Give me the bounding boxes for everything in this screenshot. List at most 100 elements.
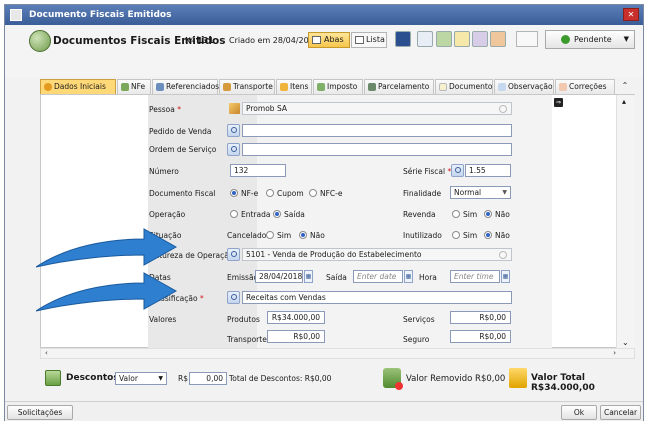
tab-label: Observação [508, 82, 553, 91]
search-icon[interactable] [451, 164, 464, 177]
preview-icon[interactable] [417, 31, 433, 47]
revenda-nao-radio[interactable] [484, 210, 492, 218]
pedido-field[interactable] [242, 124, 512, 137]
tab-parcelamento[interactable]: Parcelamento [364, 79, 434, 94]
tab-icon [121, 83, 129, 91]
search-icon[interactable] [227, 124, 240, 137]
numero-field[interactable]: 132 [230, 164, 286, 177]
required-marker: * [177, 105, 182, 114]
ok-button[interactable]: Ok [561, 405, 597, 420]
solicitacoes-button[interactable]: Solicitações [7, 405, 73, 420]
revenda-sim-radio[interactable] [452, 210, 460, 218]
saida-date-field[interactable]: Enter date [353, 270, 403, 283]
tab-strip: Dados Iniciais NFe Referenciados Transpo… [40, 79, 635, 94]
cancel-button[interactable]: Cancelar [600, 405, 641, 420]
tab-label: Referenciados [166, 82, 220, 91]
list-view-icon [355, 36, 364, 44]
scroll-left-icon[interactable]: ‹ [45, 349, 48, 358]
tab-label: Imposto [327, 82, 358, 91]
tab-documento[interactable]: Documento [435, 79, 493, 94]
tab-itens[interactable]: Itens [276, 79, 312, 94]
servicos-value: R$0,00 [479, 313, 506, 322]
tab-observacao[interactable]: Observação [494, 79, 554, 94]
doc-number: 131 [197, 36, 214, 45]
tab-nfe[interactable]: NFe [117, 79, 151, 94]
serie-label-text: Série Fiscal [403, 167, 446, 176]
clear-icon[interactable] [499, 105, 507, 113]
seguro-field[interactable]: R$0,00 [450, 330, 511, 343]
calendar-icon[interactable]: ▦ [404, 270, 413, 283]
natureza-value: 5101 - Venda de Produção do Estabelecime… [246, 250, 422, 259]
emissao-field[interactable]: 28/04/2018 [255, 270, 303, 283]
abas-button[interactable]: Abas [308, 32, 350, 48]
save-icon[interactable] [395, 31, 411, 47]
vertical-scrollbar[interactable]: ▴ ⌄ [616, 95, 635, 349]
finalidade-select[interactable]: Normal ▼ [450, 186, 511, 199]
ok-label: Ok [573, 408, 585, 417]
pencil-icon[interactable] [229, 103, 240, 114]
situacao-sim-radio[interactable] [266, 231, 274, 239]
situacao-nao-radio[interactable] [299, 231, 307, 239]
produtos-value: R$34.000,00 [271, 313, 320, 322]
classificacao-field[interactable]: Receitas com Vendas [242, 291, 512, 304]
pessoa-field[interactable]: Promob SA [242, 102, 512, 115]
tab-transporte[interactable]: Transporte [219, 79, 275, 94]
tab-dados-iniciais[interactable]: Dados Iniciais [40, 79, 116, 94]
documents-logo-icon [29, 30, 51, 52]
nfe-radio[interactable] [230, 189, 238, 197]
scroll-down-icon[interactable]: ⌄ [622, 338, 629, 347]
transporte-field[interactable]: R$0,00 [267, 330, 325, 343]
cupom-radio[interactable] [266, 189, 274, 197]
produtos-field[interactable]: R$34.000,00 [267, 311, 325, 324]
horizontal-scrollbar[interactable]: ‹ › [40, 348, 635, 359]
ordem-field[interactable] [242, 143, 512, 156]
lista-button[interactable]: Lista [351, 32, 387, 48]
tab-referenciados[interactable]: Referenciados [152, 79, 220, 94]
valor-removido: Valor Removido R$0,00 [406, 374, 506, 384]
tab-scroll-up-icon[interactable]: ⌃ [618, 79, 632, 94]
entrada-radio[interactable] [230, 210, 238, 218]
tab-icon [156, 83, 164, 91]
tab-imposto[interactable]: Imposto [313, 79, 363, 94]
close-icon[interactable]: ✕ [623, 8, 639, 21]
created-date: Criado em 28/04/2018 [229, 36, 319, 45]
star-icon[interactable] [454, 31, 470, 47]
email-dropdown-icon[interactable] [516, 31, 538, 47]
ordem-label: Ordem de Serviço [149, 145, 217, 154]
toggle-side-icon[interactable]: ⇒ [554, 98, 563, 107]
print-icon[interactable] [472, 31, 488, 47]
chevron-down-icon: ▼ [158, 375, 163, 382]
scroll-up-icon[interactable]: ▴ [622, 97, 626, 106]
clock-icon[interactable]: ▦ [501, 270, 510, 283]
document-window: Documento Fiscais Emitidos ✕ Documentos … [4, 4, 644, 421]
descontos-type-select[interactable]: Valor ▼ [115, 372, 167, 385]
status-dropdown[interactable]: Pendente ▼ [545, 30, 635, 49]
edit-icon[interactable] [436, 31, 452, 47]
revenda-nao-option: Não [495, 210, 510, 219]
servicos-field[interactable]: R$0,00 [450, 311, 511, 324]
search-icon[interactable] [227, 143, 240, 156]
export-icon[interactable] [490, 31, 506, 47]
window-title: Documento Fiscais Emitidos [29, 10, 172, 20]
totals-footer: Descontos Valor ▼ R$ 0,00 Total de Descon… [5, 363, 643, 393]
hora-field[interactable]: Enter time [450, 270, 500, 283]
descontos-value-field[interactable]: 0,00 [189, 372, 227, 385]
saida-placeholder: Enter date [357, 272, 397, 281]
serie-label: Série Fiscal * [403, 167, 451, 176]
saida-radio[interactable] [273, 210, 281, 218]
search-icon[interactable] [227, 291, 240, 304]
nfce-radio[interactable] [309, 189, 317, 197]
inutilizado-sim-radio[interactable] [452, 231, 460, 239]
calendar-icon[interactable]: ▦ [304, 270, 313, 283]
tab-icon [44, 83, 52, 91]
abas-label: Abas [324, 35, 344, 44]
tab-correcoes[interactable]: Correções [555, 79, 615, 94]
search-icon[interactable] [227, 248, 240, 261]
status-dot-icon [561, 35, 570, 44]
seguro-label: Seguro [403, 335, 430, 344]
natureza-field[interactable]: 5101 - Venda de Produção do Estabelecime… [242, 248, 512, 261]
serie-field[interactable]: 1.55 [465, 164, 511, 177]
scroll-right-icon[interactable]: › [613, 349, 616, 358]
inutilizado-nao-radio[interactable] [484, 231, 492, 239]
clear-icon[interactable] [499, 251, 507, 259]
